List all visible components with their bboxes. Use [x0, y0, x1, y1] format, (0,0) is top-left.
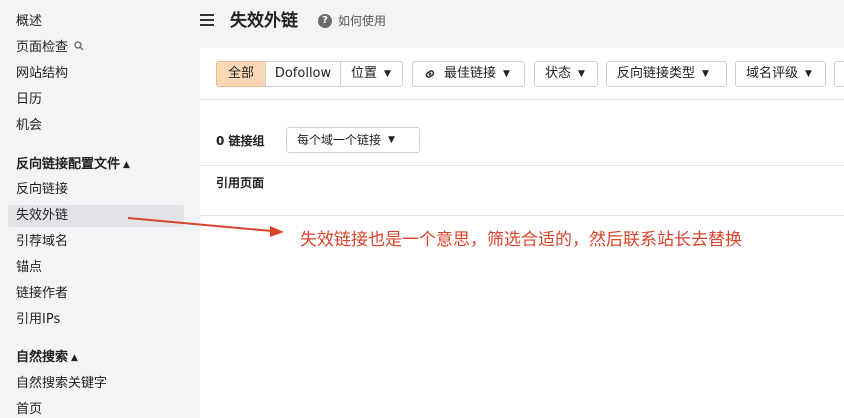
menu-icon[interactable] — [200, 14, 214, 26]
sidebar-item-organic-keywords[interactable]: 自然搜索关键字 — [16, 373, 107, 395]
caret-down-icon: ▼ — [503, 69, 510, 79]
sidebar-item-page-inspect[interactable]: 页面检查 — [16, 37, 84, 59]
sidebar-item-anchors[interactable]: 锚点 — [16, 257, 42, 279]
sidebar-item-calendar[interactable]: 日历 — [16, 89, 42, 111]
filter-dofollow-button[interactable]: Dofollow — [265, 61, 341, 87]
link-group-count: 0 链接组 — [216, 134, 265, 148]
top-bar: 失效外链 ? 如何使用 — [200, 0, 844, 48]
sidebar-section-backlink-profile[interactable]: 反向链接配置文件 ▲ — [16, 154, 130, 176]
sidebar-item-opportunities[interactable]: 机会 — [16, 115, 42, 137]
filter-more-button[interactable] — [834, 61, 844, 87]
sidebar-item-top-pages[interactable]: 首页 — [16, 399, 42, 418]
question-circle-icon: ? — [318, 14, 332, 28]
filter-position-dropdown[interactable]: 位置 ▼ — [340, 61, 403, 87]
sidebar-item-referring-ips[interactable]: 引用IPs — [16, 309, 60, 331]
help-link[interactable]: ? 如何使用 — [318, 13, 386, 29]
column-header-referring-page[interactable]: 引用页面 — [216, 174, 264, 191]
triangle-up-icon: ▲ — [123, 160, 130, 170]
annotation-text: 失效链接也是一个意思，筛选合适的，然后联系站长去替换 — [300, 230, 742, 250]
main-content: 失效外链 ? 如何使用 全部 Dofollow 位置 ▼ 最佳链接 ▼ 状态 ▼ 反向… — [200, 0, 844, 418]
sidebar-item-backlinks[interactable]: 反向链接 — [16, 179, 68, 201]
filter-domain-rating-dropdown[interactable]: 域名评级 ▼ — [735, 61, 826, 87]
sidebar-section-organic-search[interactable]: 自然搜索 ▲ — [16, 347, 78, 369]
sidebar-item-overview[interactable]: 概述 — [16, 11, 42, 33]
caret-down-icon: ▼ — [388, 135, 395, 145]
sidebar-item-referring-domains[interactable]: 引荐域名 — [16, 231, 68, 253]
filter-best-links-dropdown[interactable]: 最佳链接 ▼ — [412, 61, 525, 87]
table-header: 引用页面 — [200, 166, 844, 216]
search-icon — [74, 41, 84, 51]
filter-all-button[interactable]: 全部 — [216, 61, 266, 87]
caret-down-icon: ▼ — [384, 69, 391, 79]
filter-bar: 全部 Dofollow 位置 ▼ 最佳链接 ▼ 状态 ▼ 反向链接类型 ▼ 域名评级 ▼ — [200, 48, 844, 100]
caret-down-icon: ▼ — [702, 69, 709, 79]
sidebar: 概述 页面检查 网站结构 日历 机会 反向链接配置文件 ▲ 反向链接 失效外链 引… — [0, 0, 200, 418]
sidebar-item-link-authors[interactable]: 链接作者 — [16, 283, 68, 305]
group-bar: 0 链接组 每个域一个链接 ▼ — [200, 116, 844, 166]
sidebar-item-broken-backlinks[interactable]: 失效外链 — [8, 205, 184, 227]
one-link-per-domain-dropdown[interactable]: 每个域一个链接 ▼ — [286, 127, 420, 153]
caret-down-icon: ▼ — [578, 69, 585, 79]
page-title: 失效外链 — [230, 11, 298, 31]
triangle-up-icon: ▲ — [71, 353, 78, 363]
filter-backlink-type-dropdown[interactable]: 反向链接类型 ▼ — [606, 61, 727, 87]
link-icon — [425, 70, 435, 78]
sidebar-item-site-structure[interactable]: 网站结构 — [16, 63, 68, 85]
caret-down-icon: ▼ — [805, 69, 812, 79]
filter-status-dropdown[interactable]: 状态 ▼ — [534, 61, 598, 87]
